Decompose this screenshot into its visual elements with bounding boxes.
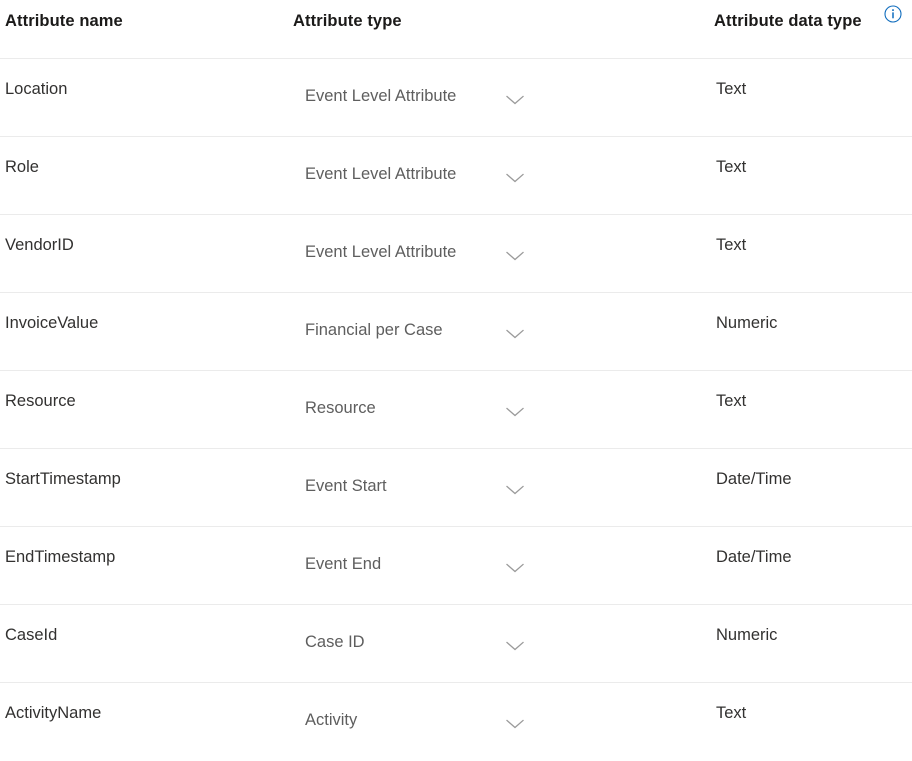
table-row: ActivityName Activity Text	[0, 683, 912, 761]
info-icon[interactable]	[884, 5, 902, 23]
table-row: EndTimestamp Event End Date/Time	[0, 527, 912, 605]
attribute-type-dropdown[interactable]: Case ID	[305, 633, 525, 663]
attribute-type-value: Event Level Attribute	[305, 87, 457, 105]
attribute-mapping-table: Attribute name Attribute type Attribute …	[0, 0, 912, 742]
attribute-type-dropdown[interactable]: Event Level Attribute	[305, 243, 525, 273]
attribute-name-cell: VendorID	[5, 236, 74, 254]
chevron-down-icon[interactable]	[505, 170, 525, 183]
attribute-type-value: Event Level Attribute	[305, 243, 457, 261]
attribute-name-cell: ActivityName	[5, 704, 102, 722]
attribute-data-type-cell: Numeric	[716, 626, 778, 644]
attribute-name-cell: Resource	[5, 392, 76, 410]
attribute-type-value: Resource	[305, 399, 376, 417]
attribute-type-value: Event End	[305, 555, 382, 573]
attribute-type-value: Activity	[305, 711, 358, 729]
chevron-down-icon[interactable]	[505, 716, 525, 729]
chevron-down-icon[interactable]	[505, 326, 525, 339]
attribute-name-cell: EndTimestamp	[5, 548, 116, 566]
attribute-name-cell: StartTimestamp	[5, 470, 121, 488]
attribute-type-dropdown[interactable]: Event Start	[305, 477, 525, 507]
table-row: VendorID Event Level Attribute Text	[0, 215, 912, 293]
attribute-name-cell: Role	[5, 158, 39, 176]
attribute-type-dropdown[interactable]: Activity	[305, 711, 525, 741]
chevron-down-icon[interactable]	[505, 638, 525, 651]
attribute-type-dropdown[interactable]: Event Level Attribute	[305, 87, 525, 117]
attribute-data-type-cell: Date/Time	[716, 470, 792, 488]
chevron-down-icon[interactable]	[505, 92, 525, 105]
attribute-type-dropdown[interactable]: Financial per Case	[305, 321, 525, 351]
table-row: Role Event Level Attribute Text	[0, 137, 912, 215]
attribute-type-value: Event Level Attribute	[305, 165, 457, 183]
chevron-down-icon[interactable]	[505, 404, 525, 417]
attribute-name-cell: Location	[5, 80, 68, 98]
table-row: InvoiceValue Financial per Case Numeric	[0, 293, 912, 371]
column-header-attribute-data-type: Attribute data type	[714, 12, 862, 30]
attribute-data-type-cell: Date/Time	[716, 548, 792, 566]
attribute-data-type-cell: Text	[716, 158, 747, 176]
attribute-data-type-cell: Text	[716, 80, 747, 98]
table-row: Resource Resource Text	[0, 371, 912, 449]
attribute-data-type-cell: Numeric	[716, 314, 778, 332]
attribute-type-value: Case ID	[305, 633, 365, 651]
attribute-type-value: Event Start	[305, 477, 387, 495]
attribute-type-dropdown[interactable]: Resource	[305, 399, 525, 429]
attribute-data-type-cell: Text	[716, 704, 747, 722]
chevron-down-icon[interactable]	[505, 560, 525, 573]
attribute-name-cell: CaseId	[5, 626, 58, 644]
table-row: CaseId Case ID Numeric	[0, 605, 912, 683]
column-header-attribute-name: Attribute name	[5, 12, 123, 30]
attribute-type-dropdown[interactable]: Event Level Attribute	[305, 165, 525, 195]
attribute-type-dropdown[interactable]: Event End	[305, 555, 525, 585]
table-row: Location Event Level Attribute Text	[0, 59, 912, 137]
attribute-data-type-cell: Text	[716, 236, 747, 254]
chevron-down-icon[interactable]	[505, 248, 525, 261]
table-header-row: Attribute name Attribute type Attribute …	[0, 0, 912, 59]
table-body: Location Event Level Attribute Text Role…	[0, 59, 912, 761]
attribute-type-value: Financial per Case	[305, 321, 443, 339]
attribute-data-type-cell: Text	[716, 392, 747, 410]
table-row: StartTimestamp Event Start Date/Time	[0, 449, 912, 527]
chevron-down-icon[interactable]	[505, 482, 525, 495]
attribute-name-cell: InvoiceValue	[5, 314, 99, 332]
column-header-attribute-type: Attribute type	[293, 12, 402, 30]
